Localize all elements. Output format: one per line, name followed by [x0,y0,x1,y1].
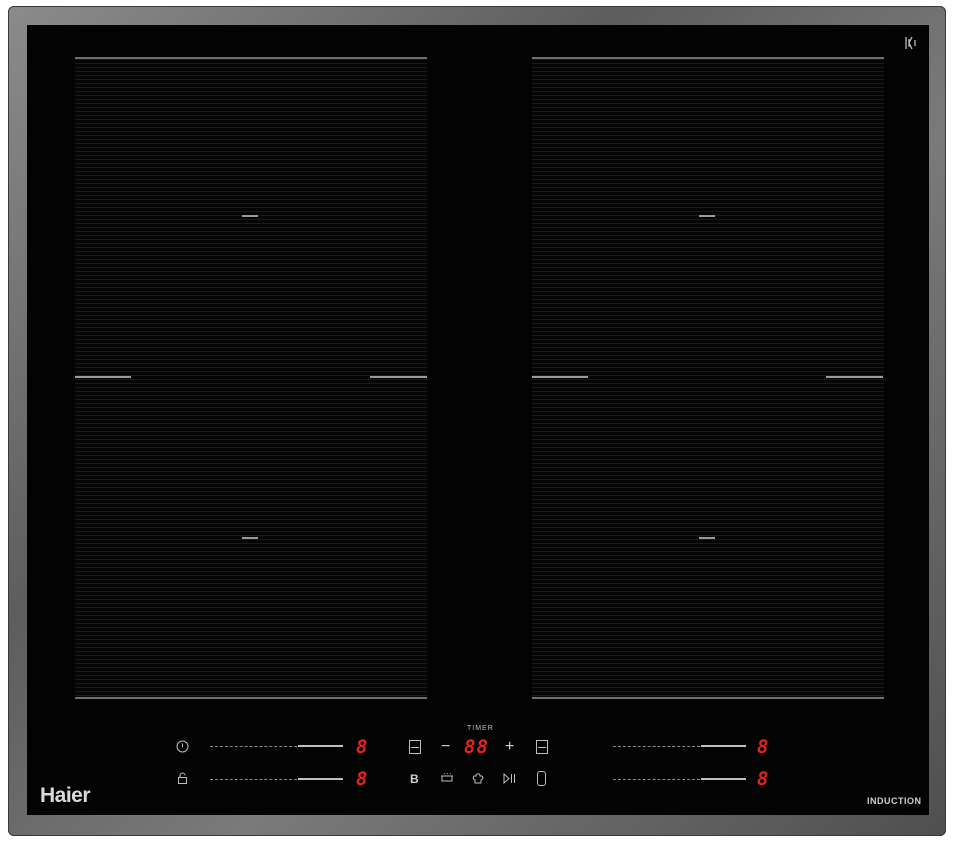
play-pause-icon-svg [503,772,515,785]
left-bottom-zone[interactable] [75,379,427,699]
keep-warm-icon-svg [441,771,453,782]
brand-logo: Haier [40,784,91,807]
left-bottom-display: 8 [356,768,369,790]
right-top-slider-fill[interactable] [701,745,746,747]
right-bottom-slider-fill[interactable] [701,778,746,780]
left-zone-divider-left [75,376,131,378]
left-top-zone[interactable] [75,57,427,378]
power-icon[interactable] [176,740,189,756]
lock-icon[interactable] [177,772,188,788]
chef-hat-icon-svg [472,773,484,784]
right-bottom-slider-track[interactable] [613,779,705,780]
timer-minus-button[interactable]: − [441,739,450,755]
right-zone-divider-right [826,376,883,378]
left-top-center-mark [242,215,258,217]
chef-hat-icon[interactable] [472,772,484,788]
left-top-slider-track[interactable] [210,746,302,747]
right-bottom-center-mark [699,537,715,539]
right-top-display: 8 [757,736,770,758]
left-bottom-slider-track[interactable] [210,779,302,780]
left-top-slider-fill[interactable] [298,745,343,747]
right-bottom-display: 8 [757,768,770,790]
right-top-slider-track[interactable] [613,746,705,747]
bridge-right-button[interactable] [536,740,548,754]
wifi-signal-icon-svg [905,36,916,50]
left-top-display: 8 [356,736,369,758]
left-bottom-slider-fill[interactable] [298,778,343,780]
lock-icon-svg [178,772,187,784]
power-icon-svg [176,740,189,753]
bridge-left-button[interactable] [409,740,421,754]
left-zone-divider-right [370,376,427,378]
induction-badge: INDUCTION [867,796,922,806]
phone-icon[interactable] [537,771,546,786]
play-pause-icon[interactable] [503,772,516,787]
right-top-center-mark [699,215,715,217]
timer-display: 88 [464,736,489,758]
right-top-zone[interactable] [532,57,884,378]
right-zone-divider-left [532,376,588,378]
keep-warm-icon[interactable] [440,771,454,787]
boost-button[interactable]: B [410,772,419,786]
timer-plus-button[interactable]: + [505,739,514,755]
right-bottom-zone[interactable] [532,379,884,699]
wifi-signal-icon [904,36,916,53]
left-bottom-center-mark [242,537,258,539]
timer-label: TIMER [467,725,494,732]
